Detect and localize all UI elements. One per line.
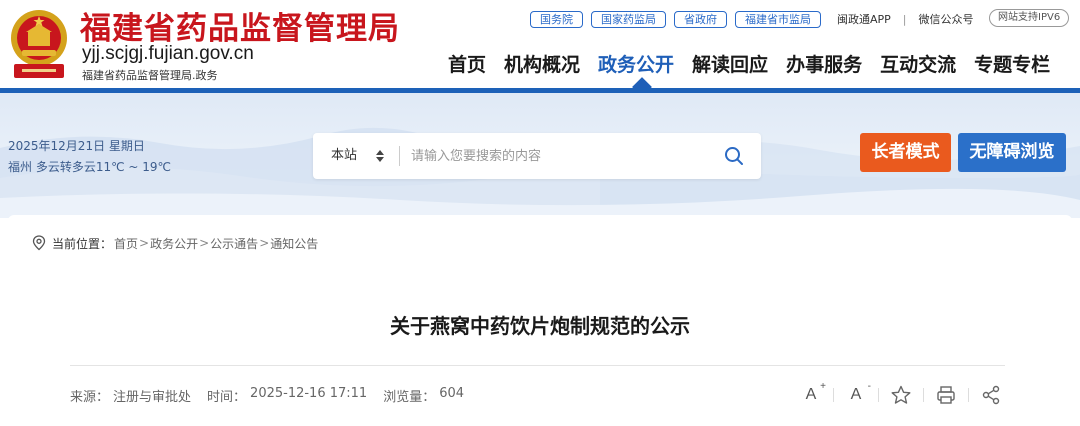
breadcrumb-home[interactable]: 首页 — [114, 235, 138, 252]
top-link-province-gov[interactable]: 省政府 — [674, 10, 727, 28]
elder-mode-button[interactable]: 长者模式 — [860, 133, 951, 172]
nav-item-government-affairs[interactable]: 政务公开 — [598, 50, 674, 77]
article-meta: 来源： 注册与审批处 时间： 2025-12-16 17:11 浏览量： 604 — [70, 386, 468, 405]
breadcrumb-separator: > — [199, 236, 210, 250]
tool-separator — [968, 388, 969, 402]
print-icon[interactable] — [935, 384, 957, 406]
nav-item-topics[interactable]: 专题专栏 — [974, 50, 1050, 77]
date-weather: 2025年12月21日 星期日 福州 多云转多云11℃ ~ 19℃ — [8, 136, 171, 178]
wechat-link[interactable]: 微信公众号 — [919, 11, 974, 27]
select-arrows-icon[interactable] — [375, 149, 385, 163]
share-icon[interactable] — [980, 384, 1002, 406]
accessible-mode-button[interactable]: 无障碍浏览 — [958, 133, 1066, 172]
nav-item-about[interactable]: 机构概况 — [504, 50, 580, 77]
breadcrumb-government-affairs[interactable]: 政务公开 — [150, 235, 198, 252]
breadcrumb-label: 当前位置： — [52, 236, 113, 251]
main-nav: 首页 机构概况 政务公开 解读回应 办事服务 互动交流 专题专栏 — [448, 50, 1068, 77]
article-time: 2025-12-16 17:11 — [250, 386, 368, 401]
search-divider — [399, 146, 400, 166]
top-link-nmpa[interactable]: 国家药监局 — [591, 10, 666, 28]
search-input[interactable] — [411, 141, 711, 171]
search-box: 本站 — [313, 133, 761, 179]
nav-item-interpretation[interactable]: 解读回应 — [692, 50, 768, 77]
font-decrease-icon[interactable]: A- — [845, 381, 871, 406]
time-label: 时间： — [207, 390, 247, 405]
tool-separator — [833, 388, 834, 402]
article-source: 注册与审批处 — [113, 390, 192, 405]
article-tools: A + A- — [800, 381, 1002, 407]
breadcrumb-separator: > — [139, 236, 150, 250]
location-pin-icon — [32, 235, 46, 251]
top-link-market-supervision[interactable]: 福建省市监局 — [735, 10, 821, 28]
site-header: 福建省药品监督管理局 yjj.scjgj.fujian.gov.cn 福建省药品… — [0, 0, 1080, 88]
breadcrumb: 当前位置： 首页 > 政务公开 > 公示通告 > 通知公告 — [32, 234, 318, 252]
national-emblem-icon[interactable] — [8, 6, 70, 80]
top-link-state-council[interactable]: 国务院 — [530, 10, 583, 28]
current-date: 2025年12月21日 星期日 — [8, 139, 145, 153]
font-increase-icon[interactable]: A + — [800, 381, 826, 406]
nav-item-home[interactable]: 首页 — [448, 50, 486, 77]
site-domain: yjj.scjgj.fujian.gov.cn — [82, 43, 254, 64]
site-subtitle: 福建省药品监督管理局.政务 — [82, 69, 218, 82]
weather: 福州 多云转多云11℃ ~ 19℃ — [8, 160, 171, 174]
site-title[interactable]: 福建省药品监督管理局 — [80, 3, 400, 48]
top-separator: | — [902, 12, 907, 26]
ipv6-badge: 网站支持IPV6 — [989, 9, 1070, 27]
title-divider — [70, 365, 1005, 366]
favorite-star-icon[interactable] — [890, 384, 912, 406]
search-scope-select[interactable]: 本站 — [331, 133, 357, 179]
app-link[interactable]: 闽政通APP — [837, 11, 891, 27]
top-links: 国务院 国家药监局 省政府 福建省市监局 闽政通APP | 微信公众号 — [530, 9, 974, 29]
source-label: 来源： — [70, 390, 110, 405]
breadcrumb-notices[interactable]: 通知公告 — [270, 235, 318, 252]
breadcrumb-announcements[interactable]: 公示通告 — [210, 235, 258, 252]
tool-separator — [878, 388, 879, 402]
nav-item-interaction[interactable]: 互动交流 — [880, 50, 956, 77]
breadcrumb-separator: > — [259, 236, 270, 250]
views-label: 浏览量： — [383, 390, 436, 405]
tool-separator — [923, 388, 924, 402]
article-views: 604 — [439, 386, 465, 401]
search-icon[interactable] — [724, 146, 744, 166]
article-title: 关于燕窝中药饮片炮制规范的公示 — [390, 314, 690, 338]
nav-item-services[interactable]: 办事服务 — [786, 50, 862, 77]
